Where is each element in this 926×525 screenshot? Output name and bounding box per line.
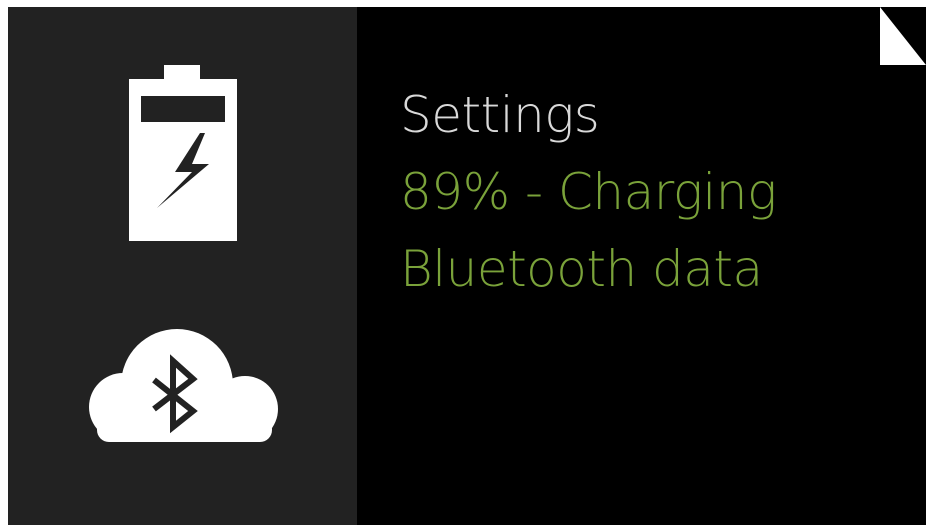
bluetooth-status-text: Bluetooth data	[400, 240, 763, 298]
settings-text: Settings 89% - Charging Bluetooth data	[400, 77, 880, 308]
card-title: Settings	[400, 86, 600, 144]
settings-card[interactable]: Settings 89% - Charging Bluetooth data	[8, 7, 926, 525]
bluetooth-cloud-icon	[89, 329, 278, 442]
icon-panel	[8, 7, 357, 525]
battery-charging-icon	[129, 65, 237, 241]
page-fold-icon	[880, 7, 926, 65]
battery-status-text: 89% - Charging	[400, 163, 777, 221]
